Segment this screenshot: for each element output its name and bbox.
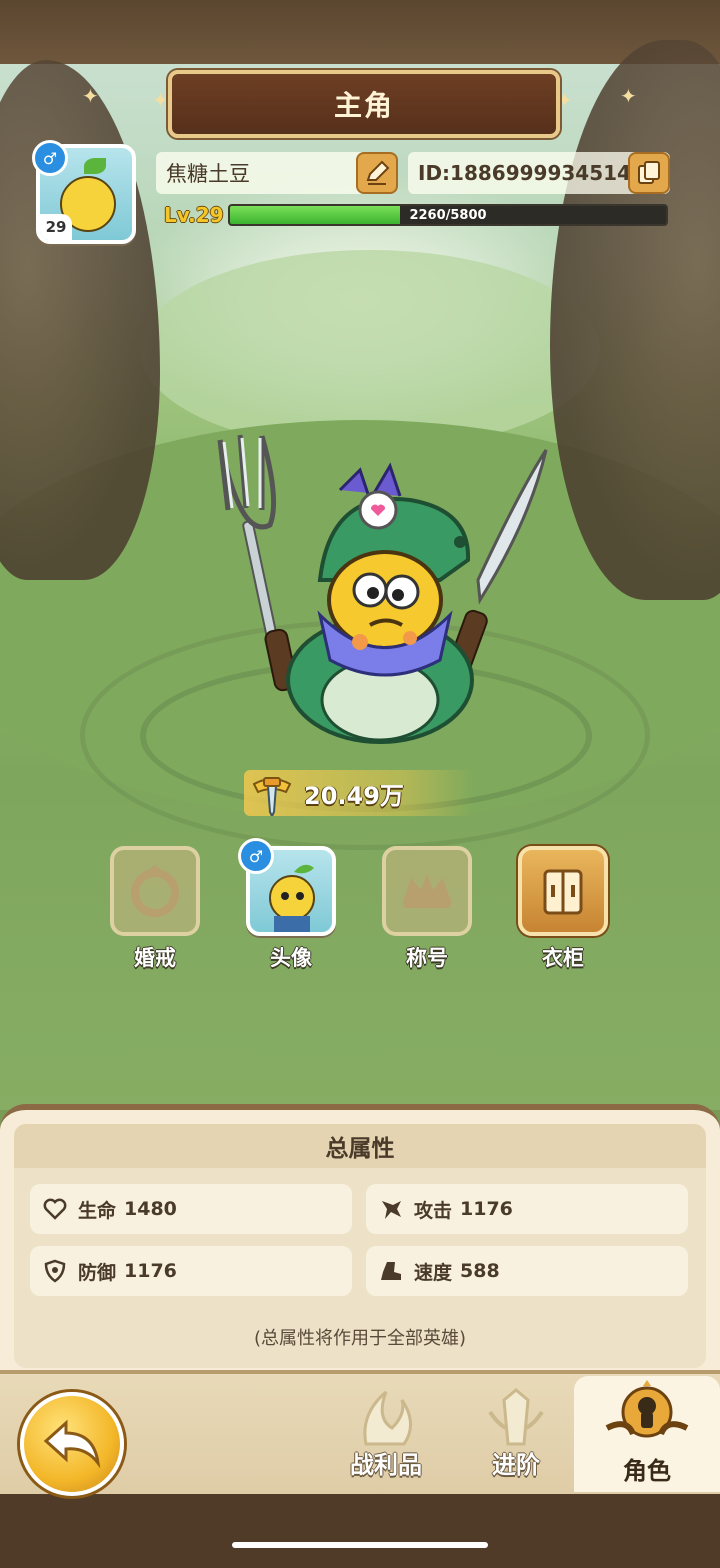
feature-title[interactable]: 称号 [380, 846, 474, 972]
stat-speed-value: 588 [460, 1260, 500, 1282]
power-sword-icon [252, 777, 292, 816]
feature-title-label: 称号 [406, 946, 448, 970]
feature-ring-label: 婚戒 [134, 946, 176, 970]
xp-progress-text: 2260/5800 [409, 207, 487, 223]
heart-icon [42, 1196, 68, 1222]
tab-character[interactable]: 角色 [574, 1376, 720, 1492]
shield-icon [42, 1258, 68, 1284]
home-indicator [232, 1542, 488, 1548]
sparkle-icon: ✦ [152, 88, 169, 112]
back-arrow-icon [43, 1419, 101, 1469]
page-title: 主角 [333, 89, 394, 122]
feature-wardrobe-label: 衣柜 [542, 946, 584, 970]
combat-power-value: 20.49万 [304, 782, 404, 810]
stat-hp-value: 1480 [124, 1198, 177, 1220]
pencil-icon [366, 160, 390, 185]
stats-panel-note: (总属性将作用于全部英雄) [253, 1328, 467, 1349]
stat-speed: 速度 588 [366, 1246, 688, 1296]
ring-icon[interactable] [110, 846, 200, 936]
stat-attack-value: 1176 [460, 1198, 513, 1220]
feature-ring[interactable]: 婚戒 [108, 846, 202, 972]
gender-male-icon: ♂ [238, 838, 274, 874]
back-button[interactable] [20, 1392, 124, 1496]
crown-icon[interactable] [382, 846, 472, 936]
attack-icon [378, 1196, 404, 1222]
top-frame [0, 0, 720, 64]
sparkle-icon: ✦ [620, 84, 637, 108]
gender-male-icon: ♂ [32, 140, 68, 176]
stat-hp: 生命 1480 [30, 1184, 352, 1234]
stat-defense: 防御 1176 [30, 1246, 352, 1296]
wardrobe-icon[interactable] [518, 846, 608, 936]
leaf-icon [84, 158, 106, 174]
sparkle-icon: ✦ [82, 84, 99, 108]
hero-character[interactable] [210, 430, 550, 750]
feature-wardrobe[interactable]: 衣柜 [516, 846, 610, 972]
stat-defense-name: 防御 [78, 1261, 117, 1284]
stat-hp-name: 生命 [78, 1199, 117, 1222]
stats-panel-body: 总属性 生命 1480 攻击 1176 防御 1176 速度 588 (总属性将… [14, 1124, 706, 1368]
tree-right [550, 40, 720, 600]
combat-power: 20.49万 [244, 770, 474, 816]
tab-loot[interactable]: 战利品 [326, 1376, 446, 1486]
edit-name-button[interactable] [356, 152, 398, 194]
fork-icon [217, 434, 298, 692]
advance-icon [488, 1388, 544, 1446]
feature-avatar-label: 头像 [270, 946, 312, 970]
page-title-banner: 主角 [168, 70, 560, 138]
player-name: 焦糖土豆 [166, 162, 250, 186]
stat-defense-value: 1176 [124, 1260, 177, 1282]
stats-panel-title: 总属性 [14, 1124, 706, 1168]
stats-panel: ✦ ✦ 总属性 生命 1480 攻击 1176 防御 1176 [0, 1104, 720, 1374]
bottom-navigation: 战利品 进阶 角色 [0, 1370, 720, 1568]
boot-icon [378, 1258, 404, 1284]
tab-character-label: 角色 [623, 1457, 671, 1485]
copy-icon [638, 161, 660, 184]
bottom-frame [0, 1494, 720, 1568]
tab-loot-label: 战利品 [350, 1451, 422, 1479]
xp-progress-bar: 2260/5800 [228, 204, 668, 226]
player-level-label: Lv.29 [164, 203, 224, 227]
copy-id-button[interactable] [628, 152, 670, 194]
character-icon [605, 1380, 689, 1438]
stat-attack: 攻击 1176 [366, 1184, 688, 1234]
tree-left [0, 60, 160, 580]
stat-attack-name: 攻击 [414, 1199, 453, 1222]
tab-advance[interactable]: 进阶 [456, 1376, 576, 1486]
avatar-level-badge: 29 [40, 214, 72, 240]
stat-speed-name: 速度 [414, 1261, 453, 1284]
player-id: ID:1886999934514 [418, 161, 631, 185]
feature-avatar[interactable]: ♂ 头像 [238, 838, 338, 972]
tab-advance-label: 进阶 [492, 1451, 540, 1479]
loot-icon [363, 1390, 412, 1446]
